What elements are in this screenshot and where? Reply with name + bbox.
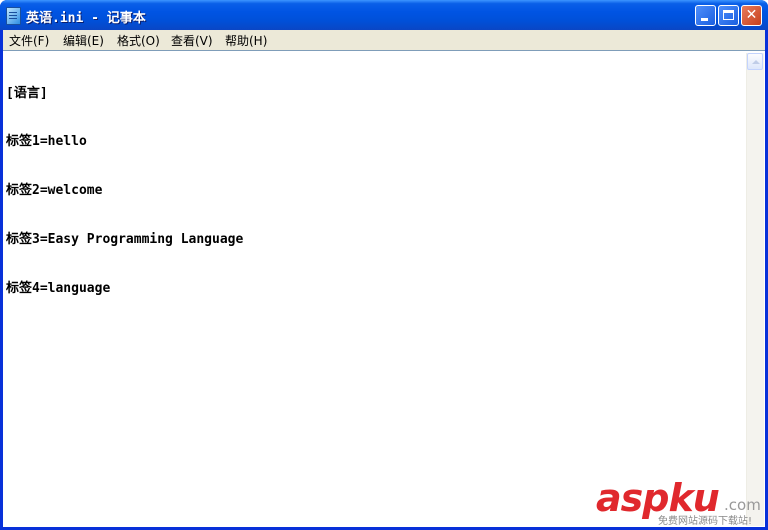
menu-view[interactable]: 查看(V): [171, 32, 213, 49]
text-editor[interactable]: [语言] 标签1=hello 标签2=welcome 标签3=Easy Prog…: [3, 50, 765, 527]
notepad-window: 英语.ini - 记事本 ✕ 文件(F) 编辑(E) 格式(O) 查看(V) 帮…: [0, 0, 768, 530]
menu-format[interactable]: 格式(O): [117, 32, 160, 49]
editor-line: 标签2=welcome: [6, 183, 103, 199]
vertical-scrollbar[interactable]: [746, 53, 764, 526]
menu-edit[interactable]: 编辑(E): [63, 32, 104, 49]
editor-line: [语言]: [6, 85, 48, 101]
menu-help[interactable]: 帮助(H): [225, 32, 267, 49]
title-bar[interactable]: 英语.ini - 记事本 ✕: [0, 0, 768, 30]
menu-file[interactable]: 文件(F): [9, 32, 49, 49]
maximize-icon: [723, 10, 734, 20]
editor-line: 标签3=Easy Programming Language: [6, 232, 244, 248]
minimize-button[interactable]: [695, 5, 716, 26]
minimize-icon: [701, 18, 708, 21]
editor-line: 标签1=hello: [6, 134, 87, 150]
close-icon: ✕: [745, 7, 758, 23]
editor-line: 标签4=language: [6, 281, 111, 297]
scroll-up-button[interactable]: [747, 53, 763, 70]
close-button[interactable]: ✕: [741, 5, 762, 26]
editor-content[interactable]: [语言] 标签1=hello 标签2=welcome 标签3=Easy Prog…: [6, 53, 243, 330]
menu-bar: 文件(F) 编辑(E) 格式(O) 查看(V) 帮助(H): [3, 30, 765, 50]
notepad-icon[interactable]: [6, 7, 21, 25]
window-title: 英语.ini - 记事本: [26, 11, 146, 26]
maximize-button[interactable]: [718, 5, 739, 26]
